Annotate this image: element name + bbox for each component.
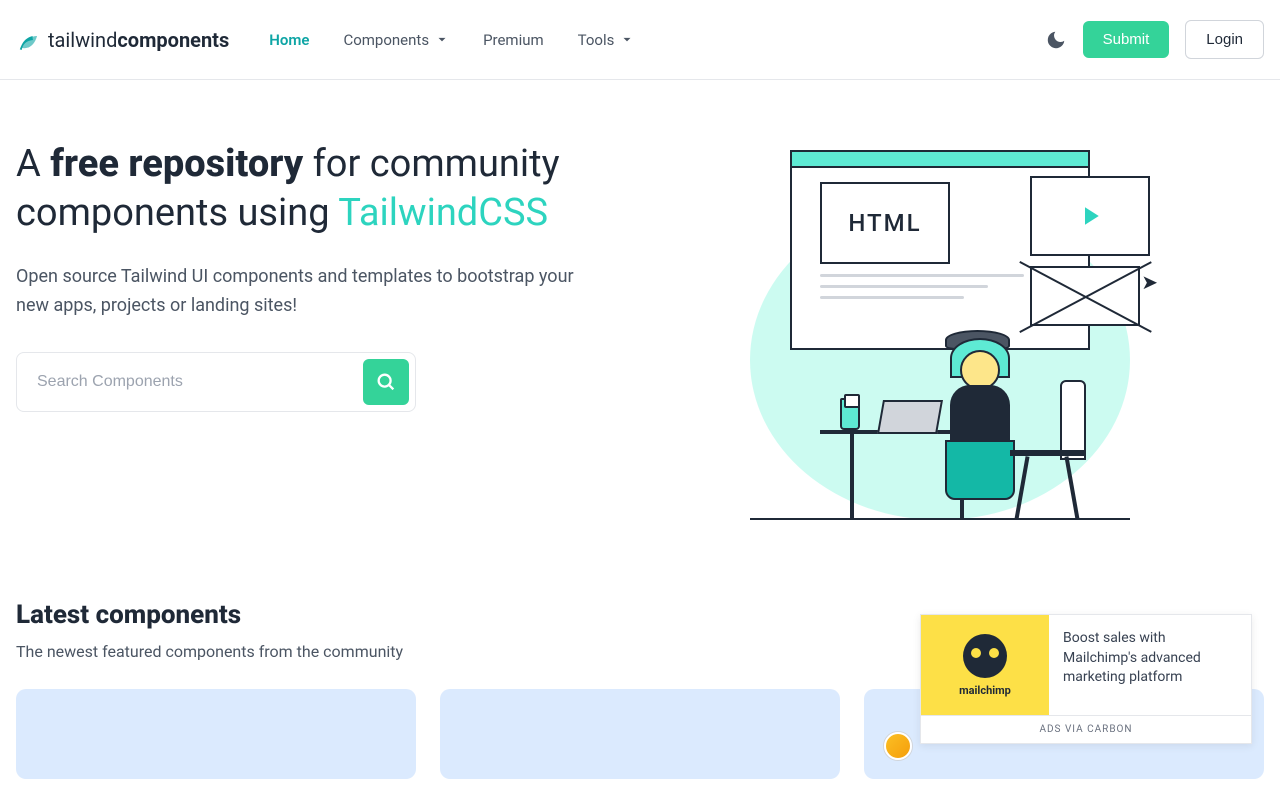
nav-premium[interactable]: Premium — [483, 31, 544, 49]
chair-leg — [1064, 456, 1079, 520]
mailchimp-icon — [963, 634, 1007, 678]
logo-text-bold: components — [117, 28, 229, 52]
hero-section: A free repository for community componen… — [0, 80, 1280, 580]
nav-premium-label: Premium — [483, 31, 544, 49]
search-icon — [375, 371, 397, 393]
chair-seat — [1010, 450, 1086, 456]
hero-title: A free repository for community componen… — [16, 140, 576, 239]
nav-components-label: Components — [343, 31, 429, 49]
chair-leg — [1014, 456, 1029, 520]
illus-video-box — [1030, 176, 1150, 256]
illus-window-bar — [792, 152, 1088, 168]
chair-back — [1060, 380, 1086, 460]
hero-t4: TailwindCSS — [338, 191, 548, 235]
login-button[interactable]: Login — [1185, 20, 1264, 59]
nav-tools-label: Tools — [578, 31, 615, 49]
hero-content: A free repository for community componen… — [16, 140, 576, 540]
ad-body: mailchimp Boost sales with Mailchimp's a… — [921, 615, 1251, 715]
nav-home[interactable]: Home — [269, 31, 309, 49]
carbon-ad[interactable]: mailchimp Boost sales with Mailchimp's a… — [920, 614, 1252, 744]
header-right: Submit Login — [1045, 20, 1264, 59]
avatar[interactable] — [884, 732, 912, 760]
play-icon — [1075, 201, 1105, 231]
ad-attribution[interactable]: ADS VIA CARBON — [921, 715, 1251, 743]
search-button[interactable] — [363, 359, 409, 405]
leaf-icon — [16, 28, 40, 52]
nav-tools[interactable]: Tools — [578, 31, 635, 49]
hero-subtitle: Open source Tailwind UI components and t… — [16, 263, 576, 321]
illus-head — [960, 350, 1000, 390]
cursor-icon: ➤ — [1141, 270, 1158, 294]
component-card[interactable] — [16, 689, 416, 779]
search-form — [16, 352, 416, 412]
logo[interactable]: tailwindcomponents — [16, 28, 229, 52]
hero-t1: A — [16, 142, 50, 186]
hero-illustration-wrap: HTML ➤ — [616, 140, 1264, 540]
submit-button[interactable]: Submit — [1083, 21, 1170, 58]
header: tailwindcomponents Home Components Premi… — [0, 0, 1280, 80]
illus-legs — [945, 440, 1015, 500]
nav-components[interactable]: Components — [343, 31, 449, 49]
illus-body — [950, 385, 1010, 445]
illus-floor-line — [750, 518, 1130, 520]
hero-illustration: HTML ➤ — [730, 140, 1150, 540]
illus-table-leg — [850, 430, 854, 520]
ad-text: Boost sales with Mailchimp's advanced ma… — [1049, 615, 1251, 715]
hero-t2: free repository — [50, 142, 303, 186]
main-nav: Home Components Premium Tools — [269, 31, 634, 49]
illus-image-box — [1030, 266, 1140, 326]
header-left: tailwindcomponents Home Components Premi… — [16, 28, 634, 52]
ad-image: mailchimp — [921, 615, 1049, 715]
nav-home-label: Home — [269, 31, 309, 49]
illus-chair — [1010, 380, 1090, 520]
logo-text-light: tailwind — [48, 28, 117, 52]
chevron-down-icon — [435, 33, 449, 47]
illus-cup — [840, 398, 860, 430]
component-card[interactable] — [440, 689, 840, 779]
illus-html-box: HTML — [820, 182, 950, 264]
search-input[interactable] — [23, 361, 363, 403]
ad-brand: mailchimp — [959, 684, 1011, 697]
dark-mode-toggle[interactable] — [1045, 29, 1067, 51]
chevron-down-icon — [620, 33, 634, 47]
illus-text-lines — [820, 274, 1060, 307]
